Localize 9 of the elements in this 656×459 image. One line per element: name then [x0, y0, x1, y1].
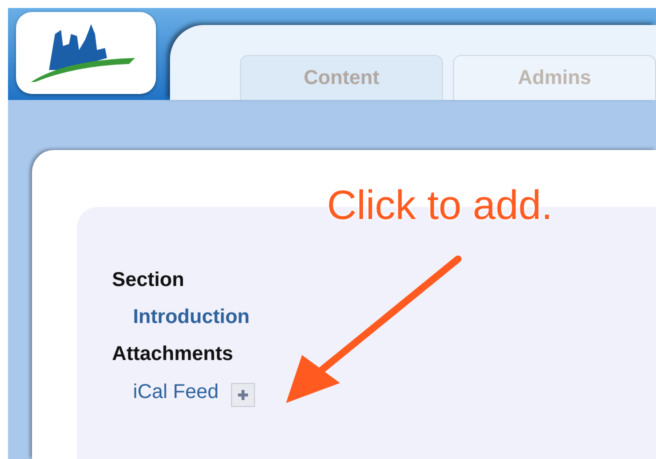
section-heading: Attachments	[112, 343, 234, 366]
add-button[interactable]	[230, 383, 255, 407]
annotation-text: Click to add.	[327, 183, 553, 228]
attachment-label: iCal Feed	[133, 380, 219, 404]
plus-icon	[236, 389, 249, 401]
section-heading: Section	[112, 269, 186, 292]
tab[interactable]: Admins	[453, 55, 656, 100]
tab[interactable]: Content	[240, 55, 443, 100]
section-link[interactable]: Introduction	[133, 306, 250, 329]
